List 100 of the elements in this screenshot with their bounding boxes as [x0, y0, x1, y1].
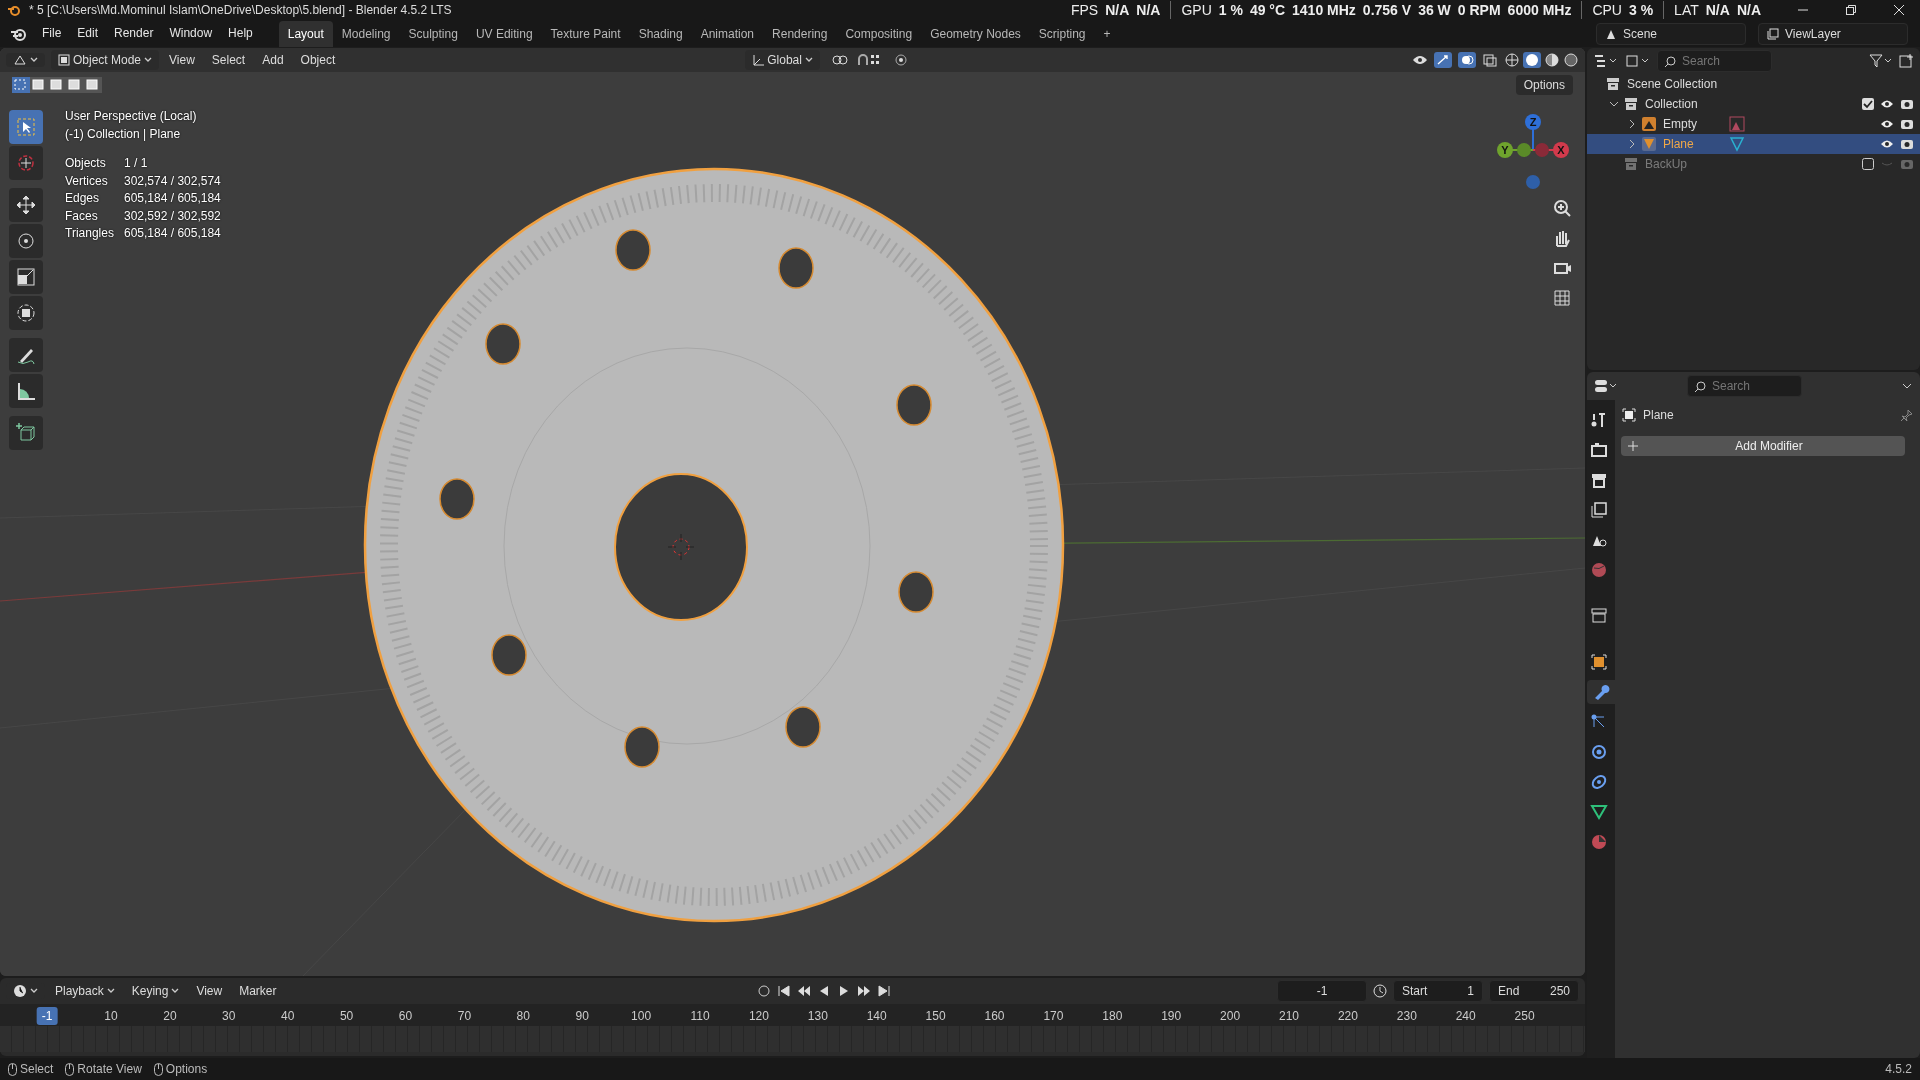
scene-selector[interactable]: Scene [1596, 22, 1746, 45]
frame-number: 120 [747, 1008, 770, 1025]
frame-number: 150 [924, 1008, 947, 1025]
stat-label: Faces [65, 207, 99, 225]
cpu-label: CPU [1592, 0, 1622, 20]
start-frame-field[interactable]: Start 1 [1393, 980, 1483, 1002]
frame-number: 200 [1219, 1008, 1242, 1025]
window-title: * 5 [C:\Users\Md.Mominul Islam\OneDrive\Desktop\5.blend] - Blender 4.5.2 LTS [29, 2, 452, 19]
frame-number: 80 [515, 1008, 531, 1025]
frame-number: 10 [103, 1008, 119, 1025]
workspace-tab[interactable]: Scripting [1029, 21, 1095, 47]
frame-number: 180 [1101, 1008, 1124, 1025]
add-workspace-button[interactable]: + [1094, 21, 1120, 47]
stat-value: 1410 MHz [1292, 0, 1356, 20]
workspace-tab[interactable]: Modeling [332, 21, 400, 47]
status-hint: Options [165, 1061, 208, 1078]
menu-item[interactable]: View [162, 50, 202, 70]
stat-value: 302,592 / 302,592 [124, 207, 221, 225]
frame-number: 160 [983, 1008, 1006, 1025]
item-name[interactable]: Plane [1663, 135, 1694, 153]
object-name: Plane [1643, 407, 1674, 424]
menu-item[interactable]: Edit [69, 22, 107, 44]
menu-item[interactable]: Add [255, 50, 291, 70]
end-frame-field[interactable]: End 250 [1489, 980, 1579, 1002]
frame-number: 40 [280, 1008, 296, 1025]
stat-value: 49 °C [1249, 0, 1286, 20]
workspace-tab[interactable]: Geometry Nodes [921, 21, 1030, 47]
mode-dropdown[interactable]: Object Mode [51, 50, 160, 70]
menu-item[interactable]: Object [293, 50, 343, 70]
stat-value: 302,574 / 302,574 [124, 172, 221, 190]
view-name: User Perspective (Local) [65, 108, 198, 125]
stat-label: Edges [65, 190, 101, 207]
stat-value: 0.756 V [1362, 0, 1412, 20]
frame-number: 20 [162, 1008, 178, 1025]
current-frame-marker[interactable]: -1 [36, 1007, 58, 1025]
stat-value: 6000 MHz [1507, 0, 1572, 20]
workspace-tab[interactable]: Sculpting [399, 21, 467, 47]
frame-number: 220 [1336, 1008, 1359, 1025]
frame-number: 170 [1042, 1008, 1065, 1025]
frame-number: 230 [1395, 1008, 1418, 1025]
stat-label: Triangles [65, 225, 115, 242]
stat-value: N/A [1736, 0, 1761, 20]
item-name[interactable]: Empty [1663, 115, 1697, 133]
orientation-dropdown[interactable]: Global [745, 50, 820, 70]
stat-value: 605,184 / 605,184 [124, 225, 221, 242]
stat-value: 0 RPM [1457, 0, 1501, 20]
frame-number: 70 [456, 1008, 473, 1025]
stat-value: N/A [1705, 0, 1730, 20]
stat-value: 36 W [1418, 0, 1451, 20]
frame-number: 110 [689, 1008, 711, 1025]
menu-item[interactable]: View [189, 981, 230, 1001]
menu-item[interactable]: Playback [48, 981, 122, 1001]
stat-value: 605,184 / 605,184 [124, 190, 221, 207]
gpu-label: GPU [1181, 0, 1212, 20]
search-field[interactable]: Search [1687, 375, 1802, 397]
outliner-row[interactable]: Plane [1587, 134, 1920, 154]
frame-number: 240 [1454, 1008, 1477, 1025]
menu-item[interactable]: File [34, 22, 70, 44]
search-field[interactable]: Search [1657, 50, 1772, 72]
menu-item[interactable]: Help [220, 22, 261, 44]
item-name[interactable]: BackUp [1645, 155, 1688, 173]
menu-item[interactable]: Window [161, 22, 221, 44]
fps-label: FPS [1070, 0, 1099, 20]
workspace-tab[interactable]: Shading [629, 21, 692, 47]
menu-item[interactable]: Render [106, 22, 162, 44]
current-frame-field[interactable]: -1 [1277, 980, 1367, 1002]
add-modifier-button[interactable]: Add Modifier [1621, 436, 1905, 456]
view-layer-selector[interactable]: ViewLayer [1758, 22, 1908, 45]
frame-number: 100 [630, 1008, 653, 1025]
stat-value: 3 % [1629, 0, 1654, 20]
workspace-tab[interactable]: Layout [278, 21, 333, 47]
menu-item[interactable]: Keying [124, 981, 187, 1001]
workspace-tab[interactable]: Rendering [763, 21, 837, 47]
frame-number: 190 [1160, 1008, 1183, 1025]
context-label: (-1) Collection | Plane [65, 125, 182, 143]
options-dropdown[interactable]: Options [1515, 75, 1573, 95]
frame-number: 30 [221, 1008, 237, 1025]
item-name[interactable]: Scene Collection [1627, 75, 1718, 93]
workspace-tab[interactable]: Animation [691, 21, 764, 47]
stat-value: 1 / 1 [124, 155, 148, 172]
menu-item[interactable]: Marker [232, 981, 284, 1001]
stat-value: 1 % [1218, 0, 1243, 20]
stat-label: Objects [65, 155, 107, 172]
stat-value: N/A [1105, 0, 1130, 20]
workspace-tab[interactable]: Compositing [836, 21, 922, 47]
item-name[interactable]: Collection [1645, 95, 1698, 113]
stat-label: Vertices [65, 172, 109, 190]
frame-number: 60 [397, 1008, 414, 1025]
workspace-tab[interactable]: UV Editing [466, 21, 542, 47]
frame-number: 90 [574, 1008, 590, 1025]
menu-item[interactable]: Select [204, 50, 253, 70]
status-hint: Rotate View [77, 1061, 142, 1078]
lat-label: LAT [1674, 0, 1699, 20]
frame-number: 210 [1278, 1008, 1300, 1025]
stat-value: N/A [1136, 0, 1161, 20]
workspace-tab[interactable]: Texture Paint [541, 21, 630, 47]
version-label: 4.5.2 [1885, 1061, 1912, 1078]
frame-number: 140 [865, 1008, 888, 1025]
status-hint: Select [20, 1061, 54, 1078]
frame-number: 250 [1513, 1008, 1536, 1025]
